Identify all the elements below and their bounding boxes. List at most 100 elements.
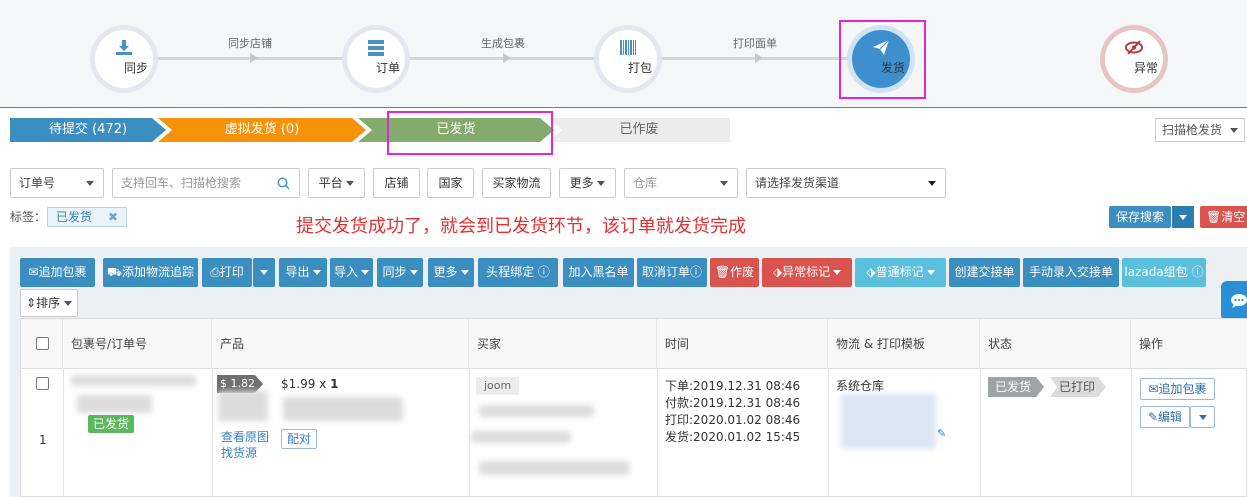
info-icon: ⓘ bbox=[690, 265, 703, 279]
normal-mark-label: 普通标记 bbox=[875, 265, 924, 279]
chevron-down-icon bbox=[409, 270, 418, 275]
tab-virtual-shipped[interactable]: 虚拟发货 (0) bbox=[158, 118, 366, 142]
column-divider bbox=[1131, 369, 1132, 497]
connector-sync-shop: 同步店铺 bbox=[158, 37, 342, 63]
eye-slash-icon bbox=[1125, 40, 1143, 55]
server-icon bbox=[368, 40, 384, 56]
row-edit-dropdown[interactable] bbox=[1190, 406, 1215, 428]
close-icon[interactable]: ✖ bbox=[108, 208, 118, 226]
warehouse-name: 系统仓库 bbox=[836, 379, 885, 393]
chevron-down-icon bbox=[63, 301, 72, 306]
step-order[interactable]: 订单 bbox=[342, 25, 410, 93]
unit-price-value: $1.99 x bbox=[281, 377, 327, 391]
header-package-no: 包裹号/订单号 bbox=[63, 319, 212, 369]
info-icon: ⓘ bbox=[1191, 265, 1204, 279]
cancel-order-button[interactable]: 取消订单ⓘ bbox=[637, 258, 707, 287]
country-button[interactable]: 国家 bbox=[427, 168, 474, 198]
header-actions: 操作 bbox=[1131, 319, 1247, 369]
row-add-package-button[interactable]: ✉追加包裹 bbox=[1140, 378, 1215, 400]
tab-pending-submit[interactable]: 待提交 (472) bbox=[10, 118, 166, 142]
platform-dropdown[interactable]: 平台 bbox=[308, 168, 365, 198]
chevron-down-icon bbox=[260, 270, 268, 275]
edit-icon[interactable]: ✎ bbox=[937, 427, 946, 440]
step-sync[interactable]: 同步 bbox=[90, 25, 158, 93]
status-badge: 已发货 bbox=[88, 415, 135, 433]
redacted-logistics bbox=[841, 394, 936, 449]
export-label: 导出 bbox=[285, 265, 310, 279]
create-handover-button[interactable]: 创建交接单 bbox=[949, 258, 1020, 287]
connector-gen-package: 生成包裹 bbox=[410, 37, 596, 63]
sort-icon: ⇕ bbox=[26, 296, 37, 310]
blacklist-button[interactable]: 加入黑名单 bbox=[563, 258, 634, 287]
buyer-logistics-button[interactable]: 买家物流 bbox=[482, 168, 551, 198]
search-input[interactable]: 支持回车、扫描枪搜索 bbox=[112, 168, 300, 198]
orders-table: 包裹号/订单号 产品 买家 时间 物流 & 打印模板 状态 操作 1 已发货 $… bbox=[20, 318, 1247, 497]
tag-chip-shipped[interactable]: 已发货 ✖ bbox=[47, 207, 127, 227]
channel-select[interactable]: 请选择发货渠道 bbox=[746, 168, 946, 198]
column-divider bbox=[828, 369, 829, 497]
pair-button[interactable]: 配对 bbox=[281, 429, 318, 449]
order-no-select[interactable]: 订单号 bbox=[10, 168, 104, 198]
row-checkbox[interactable] bbox=[36, 377, 49, 390]
truck-icon: ⛟ bbox=[106, 265, 123, 279]
sort-dropdown[interactable]: ⇕排序 bbox=[20, 289, 78, 317]
select-all-checkbox[interactable] bbox=[36, 337, 49, 350]
view-image-link[interactable]: 查看原图 bbox=[221, 428, 269, 445]
more-actions-dropdown[interactable]: 更多 bbox=[428, 258, 474, 287]
shop-button[interactable]: 店铺 bbox=[373, 168, 420, 198]
arrow-icon bbox=[755, 53, 763, 63]
chevron-down-icon bbox=[720, 181, 728, 186]
import-dropdown[interactable]: 导入 bbox=[330, 258, 373, 287]
first-leg-bind-button[interactable]: 头程绑定 ⓘ bbox=[478, 258, 558, 287]
connector-label: 同步店铺 bbox=[228, 37, 272, 50]
scan-ship-dropdown[interactable]: 扫描枪发货 bbox=[1155, 118, 1245, 142]
redacted-product-sku bbox=[283, 397, 403, 421]
tab-voided[interactable]: 已作废 bbox=[548, 118, 730, 142]
time-paid: 付款:2019.12.31 08:46 bbox=[665, 396, 801, 410]
platform-label: 平台 bbox=[318, 176, 343, 190]
step-pack[interactable]: 打包 bbox=[594, 25, 662, 93]
add-tracking-button[interactable]: ⛟添加物流追踪 bbox=[103, 258, 198, 287]
redacted-buyer bbox=[471, 431, 571, 443]
download-icon bbox=[116, 40, 132, 55]
cancel-order-label: 取消订单 bbox=[641, 265, 690, 279]
clear-button[interactable]: 🗑清空 bbox=[1200, 206, 1247, 228]
warehouse-select[interactable]: 仓库 bbox=[624, 168, 738, 198]
tag-icon: ⬗ bbox=[866, 265, 876, 279]
save-search-button[interactable]: 保存搜索 bbox=[1109, 206, 1172, 228]
add-package-button[interactable]: ✉追加包裹 bbox=[20, 258, 95, 287]
chevron-down-icon bbox=[460, 270, 469, 275]
add-tracking-label: 添加物流追踪 bbox=[122, 265, 195, 279]
redacted-package-no bbox=[71, 375, 196, 386]
void-label: 作废 bbox=[730, 265, 755, 279]
step-label: 打包 bbox=[628, 61, 653, 75]
trash-icon: 🗑 bbox=[714, 265, 731, 279]
print-dropdown[interactable] bbox=[253, 258, 275, 287]
exception-mark-label: 异常标记 bbox=[782, 265, 831, 279]
header-product: 产品 bbox=[212, 319, 469, 369]
step-exception[interactable]: 异常 bbox=[1100, 25, 1168, 93]
manual-handover-button[interactable]: 手动录入交接单 bbox=[1023, 258, 1119, 287]
channel-placeholder: 请选择发货渠道 bbox=[755, 176, 840, 190]
chevron-down-icon bbox=[361, 270, 369, 275]
printer-icon: ⎙ bbox=[210, 265, 220, 279]
print-button[interactable]: ⎙打印 bbox=[202, 258, 252, 287]
search-icon bbox=[277, 177, 290, 190]
chat-widget[interactable] bbox=[1221, 281, 1247, 321]
arrow-icon bbox=[503, 53, 511, 63]
lazada-package-button[interactable]: lazada组包 ⓘ bbox=[1122, 258, 1206, 287]
chevron-down-icon bbox=[833, 270, 842, 275]
more-label: 更多 bbox=[569, 176, 594, 190]
tag-icon: ⬗ bbox=[772, 265, 783, 279]
normal-mark-dropdown[interactable]: ⬗普通标记 bbox=[855, 258, 946, 287]
time-printed: 打印:2020.01.02 08:46 bbox=[665, 413, 801, 427]
row-edit-button[interactable]: ✎编辑 bbox=[1140, 406, 1190, 428]
chevron-down-icon bbox=[1229, 128, 1238, 133]
export-dropdown[interactable]: 导出 bbox=[279, 258, 327, 287]
save-search-dropdown[interactable] bbox=[1172, 206, 1194, 228]
exception-mark-dropdown[interactable]: ⬗异常标记 bbox=[762, 258, 852, 287]
void-button[interactable]: 🗑作废 bbox=[710, 258, 759, 287]
find-source-link[interactable]: 找货源 bbox=[221, 444, 257, 461]
sync-dropdown[interactable]: 同步 bbox=[377, 258, 423, 287]
more-filters-dropdown[interactable]: 更多 bbox=[559, 168, 616, 198]
